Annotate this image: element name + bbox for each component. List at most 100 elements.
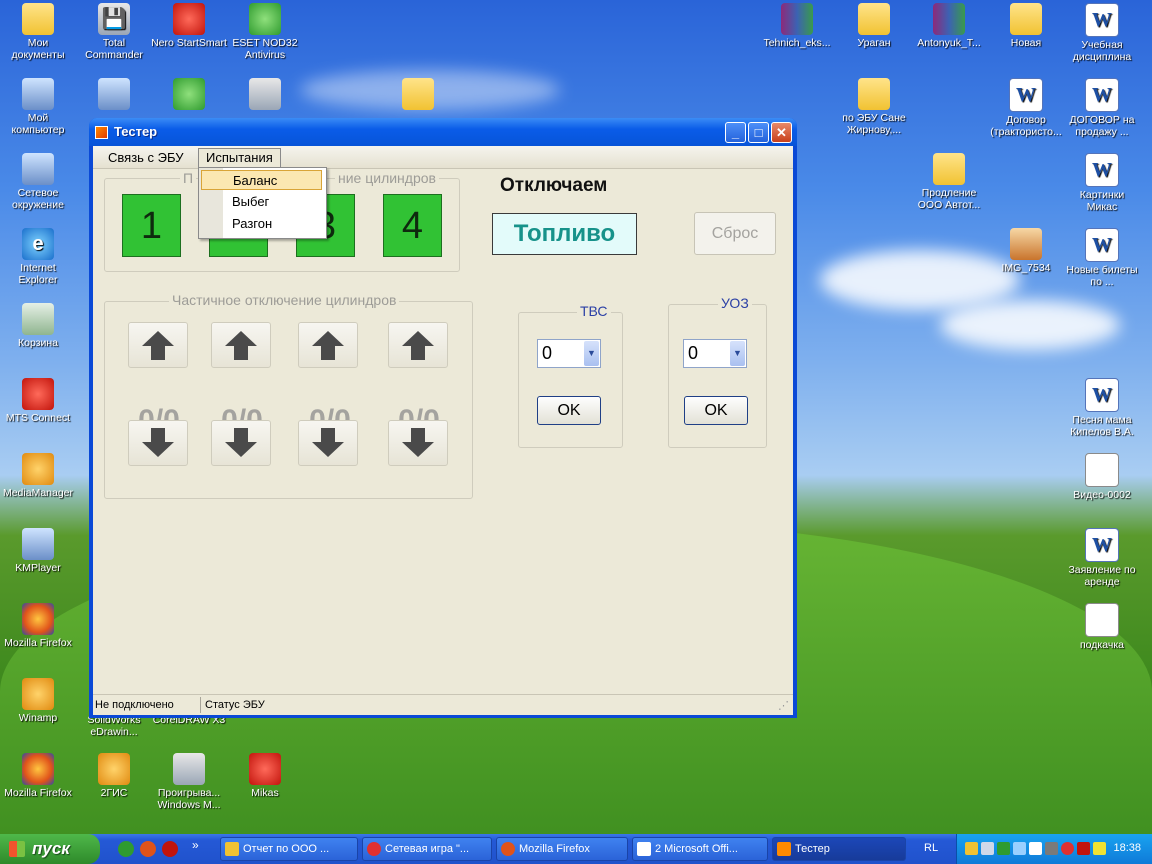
desktop-icon-network[interactable]: Сетевое окружение <box>0 153 76 211</box>
desktop-icon-my-documents[interactable]: Мои документы <box>0 3 76 61</box>
tester-window: Тестер _ □ ✕ Связь с ЭБУ Испытания П ние… <box>89 118 797 718</box>
utorrent-quicklaunch-icon[interactable] <box>118 841 134 857</box>
cylinder-1-up-button[interactable] <box>128 322 188 368</box>
opera-quicklaunch-icon[interactable] <box>162 841 178 857</box>
desktop-icon-folder[interactable] <box>380 78 456 112</box>
network-icon <box>22 153 54 185</box>
uoz-ok-button[interactable]: OK <box>684 396 748 425</box>
window-title: Тестер <box>114 124 158 139</box>
desktop-icon-sale-contract[interactable]: W ДОГОВОР на продажу ... <box>1064 78 1140 138</box>
cylinder-1-button[interactable]: 1 <box>122 194 181 257</box>
desktop-icon-prodlenie[interactable]: Продление ООО Автот... <box>911 153 987 211</box>
tvs-select[interactable]: 0 ▼ <box>537 339 601 368</box>
chevron-down-icon[interactable]: ▼ <box>584 341 599 366</box>
tray-icon[interactable] <box>965 842 978 855</box>
uoz-select[interactable]: 0 ▼ <box>683 339 747 368</box>
kaspersky-icon[interactable] <box>1077 842 1090 855</box>
cylinder-2-up-button[interactable] <box>211 322 271 368</box>
tray-icon[interactable] <box>1013 842 1026 855</box>
folder-icon <box>858 3 890 35</box>
tray-icon[interactable] <box>1093 842 1106 855</box>
tvs-group: ТВС <box>518 303 623 448</box>
desktop-icon-realtek[interactable] <box>76 78 152 112</box>
desktop-icon-ebu-folder[interactable]: по ЭБУ Сане Жирнову,... <box>836 78 912 136</box>
fuel-toggle-button[interactable]: Топливо <box>492 213 637 255</box>
desktop-icon-firefox-2[interactable]: Mozilla Firefox <box>0 753 76 799</box>
task-microsoft-office[interactable]: 2 Microsoft Offi... <box>632 837 768 861</box>
folder-icon <box>225 842 239 856</box>
menu-item-acceleration[interactable]: Разгон <box>201 214 322 234</box>
uoz-select-value: 0 <box>688 343 699 363</box>
cylinder-3-down-button[interactable] <box>298 420 358 466</box>
maximize-button[interactable]: □ <box>748 122 769 143</box>
desktop-icon-new-tickets[interactable]: W Новые билеты по ... <box>1064 228 1140 288</box>
language-indicator[interactable]: RL <box>924 842 938 854</box>
minimize-button[interactable]: _ <box>725 122 746 143</box>
desktop-icon-my-computer[interactable]: Мой компьютер <box>0 78 76 136</box>
menu-connection[interactable]: Связь с ЭБУ <box>101 149 190 167</box>
desktop-icon-unknown[interactable] <box>227 78 303 112</box>
task-tester[interactable]: Тестер <box>772 837 906 861</box>
menu-tests[interactable]: Испытания <box>198 148 281 167</box>
arrow-up-icon <box>312 331 344 360</box>
tray-icon[interactable] <box>1029 842 1042 855</box>
desktop-icon-media-player[interactable]: Проигрыва... Windows M... <box>151 753 227 811</box>
desktop-icon-contract[interactable]: W Договор (трактористо... <box>988 78 1064 138</box>
file-icon <box>1085 603 1119 637</box>
folder-icon <box>933 153 965 185</box>
desktop-icon-recycle-bin[interactable]: Корзина <box>0 303 76 349</box>
window-titlebar[interactable]: Тестер _ □ ✕ <box>89 118 797 146</box>
cylinder-2-down-button[interactable] <box>211 420 271 466</box>
desktop-icon-winamp[interactable]: Winamp <box>0 678 76 724</box>
desktop-icon-total-commander[interactable]: 💾 Total Commander <box>76 3 152 61</box>
desktop-icon-song[interactable]: W Песня мама Кипелов В.А. <box>1064 378 1140 438</box>
desktop-icon-new-folder[interactable]: Новая <box>988 3 1064 49</box>
desktop-icon-mediamanager[interactable]: MediaManager <box>0 453 76 499</box>
desktop-icon-img[interactable]: IMG_7534 <box>988 228 1064 274</box>
cylinder-4-down-button[interactable] <box>388 420 448 466</box>
cylinder-4-button[interactable]: 4 <box>383 194 442 257</box>
desktop-icon-pictures[interactable]: W Картинки Микас <box>1064 153 1140 213</box>
resize-grip-icon[interactable]: ⋰ <box>778 699 789 712</box>
cylinder-4-up-button[interactable] <box>388 322 448 368</box>
cylinder-3-up-button[interactable] <box>298 322 358 368</box>
cylinder-1-down-button[interactable] <box>128 420 188 466</box>
desktop-icon-ie[interactable]: e Internet Explorer <box>0 228 76 286</box>
clock[interactable]: 18:38 <box>1113 842 1141 854</box>
firefox-quicklaunch-icon[interactable] <box>140 841 156 857</box>
task-report[interactable]: Отчет по ООО ... <box>220 837 358 861</box>
desktop-icon-video[interactable]: Видео-0002 <box>1064 453 1140 501</box>
quicklaunch-more-icon[interactable]: » <box>192 838 199 852</box>
folder-icon <box>402 78 434 110</box>
network-tray-icon[interactable] <box>981 842 994 855</box>
alert-icon[interactable] <box>1061 842 1074 855</box>
reset-button[interactable]: Сброс <box>694 212 776 255</box>
desktop-icon-utorrent[interactable] <box>151 78 227 112</box>
desktop-icon-kmplayer[interactable]: KMPlayer <box>0 528 76 574</box>
kmplayer-icon <box>22 528 54 560</box>
tvs-ok-button[interactable]: OK <box>537 396 601 425</box>
window-client-area: Связь с ЭБУ Испытания П ние цилиндров 1 … <box>93 146 793 715</box>
desktop-icon-nero[interactable]: Nero StartSmart <box>151 3 227 49</box>
desktop-icon-mikas[interactable]: Mikas <box>227 753 303 799</box>
desktop-icon-podkachka[interactable]: подкачка <box>1064 603 1140 651</box>
desktop-icon-discipline[interactable]: W Учебная дисциплина <box>1064 3 1140 63</box>
chevron-down-icon[interactable]: ▼ <box>730 341 745 366</box>
menu-item-coastdown[interactable]: Выбег <box>201 192 322 212</box>
menu-item-balance[interactable]: Баланс <box>201 170 322 190</box>
desktop-icon-2gis[interactable]: 2ГИС <box>76 753 152 799</box>
desktop-icon-eset[interactable]: ESET NOD32 Antivirus <box>227 3 303 61</box>
start-button[interactable]: пуск <box>0 834 100 864</box>
tray-icon[interactable] <box>997 842 1010 855</box>
task-firefox[interactable]: Mozilla Firefox <box>496 837 628 861</box>
desktop-icon-statement[interactable]: W Заявление по аренде <box>1064 528 1140 588</box>
speaker-icon[interactable] <box>1045 842 1058 855</box>
desktop-icon-tehnich[interactable]: Tehnich_eks... <box>759 3 835 49</box>
task-network-game[interactable]: Сетевая игра "... <box>362 837 492 861</box>
desktop-icon-antonyuk[interactable]: Antonyuk_T... <box>911 3 987 49</box>
close-button[interactable]: ✕ <box>771 122 792 143</box>
desktop-icon-firefox[interactable]: Mozilla Firefox <box>0 603 76 649</box>
desktop-icon-mts[interactable]: MTS Connect <box>0 378 76 424</box>
floppy-icon: 💾 <box>98 3 130 35</box>
desktop-icon-uragan[interactable]: Ураган <box>836 3 912 49</box>
